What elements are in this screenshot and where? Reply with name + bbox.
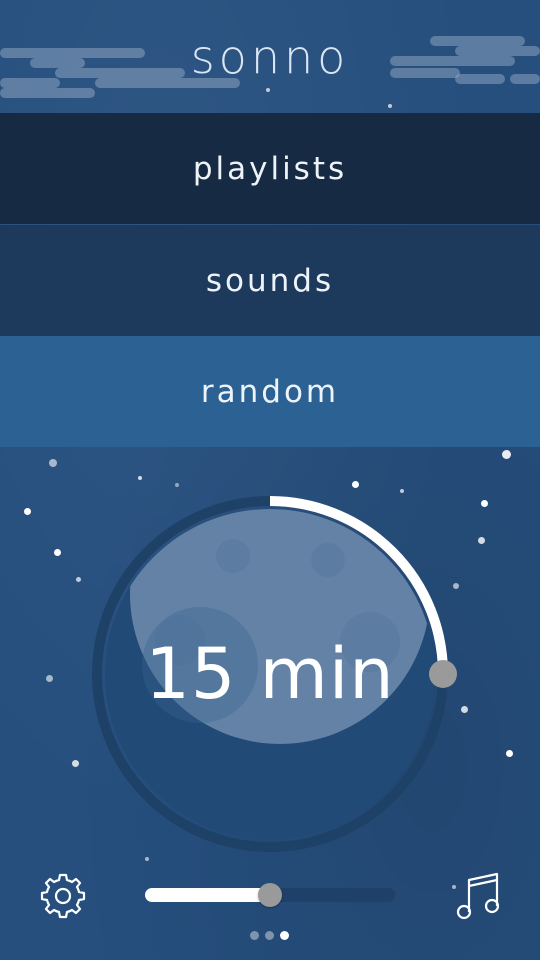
- sleep-timer-dial: [92, 496, 457, 852]
- gear-icon[interactable]: [38, 871, 88, 921]
- timer-duration-label: 15 min: [145, 633, 395, 715]
- app-screen: sonno playlists sounds random 15 min: [0, 0, 540, 960]
- volume-slider-thumb[interactable]: [258, 883, 282, 907]
- page-dot[interactable]: [250, 931, 259, 940]
- volume-slider[interactable]: [145, 883, 395, 907]
- page-dot[interactable]: [265, 931, 274, 940]
- music-note-icon[interactable]: [455, 868, 503, 922]
- page-indicator: [250, 931, 292, 941]
- page-dot[interactable]: [280, 931, 289, 940]
- volume-slider-fill: [145, 888, 270, 902]
